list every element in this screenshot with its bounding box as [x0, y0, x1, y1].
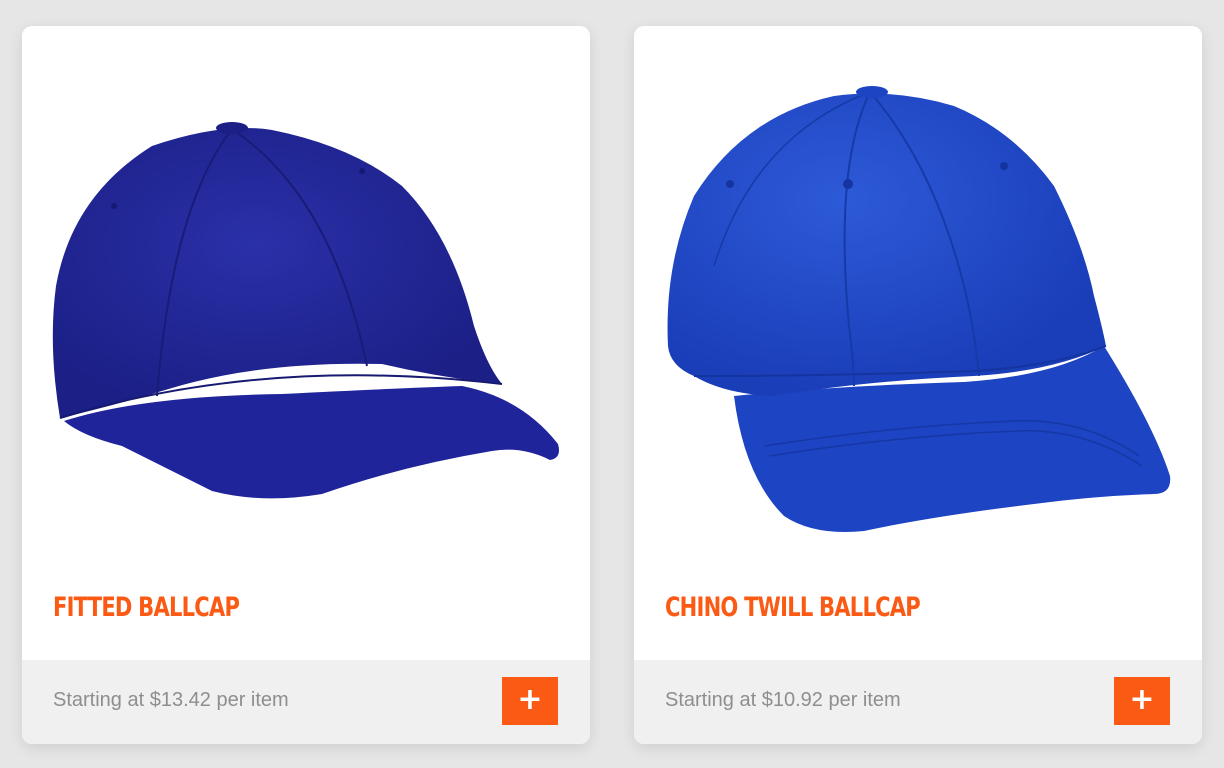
product-card-chino-twill-ballcap[interactable]: CHINO TWILL BALLCAP Starting at $10.92 p… [634, 26, 1202, 744]
add-to-cart-button[interactable]: + [1114, 677, 1170, 725]
product-grid: FITTED BALLCAP Starting at $13.42 per it… [0, 0, 1224, 768]
add-to-cart-button[interactable]: + [502, 677, 558, 725]
product-footer: Starting at $10.92 per item + [634, 660, 1202, 744]
product-title[interactable]: FITTED BALLCAP [53, 592, 240, 623]
price-text: Starting at $10.92 per item [665, 689, 901, 711]
product-title[interactable]: CHINO TWILL BALLCAP [665, 592, 921, 623]
royal-blue-ballcap-image[interactable] [634, 26, 1202, 566]
plus-icon: + [1129, 682, 1155, 717]
product-card-fitted-ballcap[interactable]: FITTED BALLCAP Starting at $13.42 per it… [22, 26, 590, 744]
navy-ballcap-image[interactable] [22, 26, 590, 566]
plus-icon: + [517, 682, 543, 717]
price-text: Starting at $13.42 per item [53, 689, 289, 711]
product-footer: Starting at $13.42 per item + [22, 660, 590, 744]
